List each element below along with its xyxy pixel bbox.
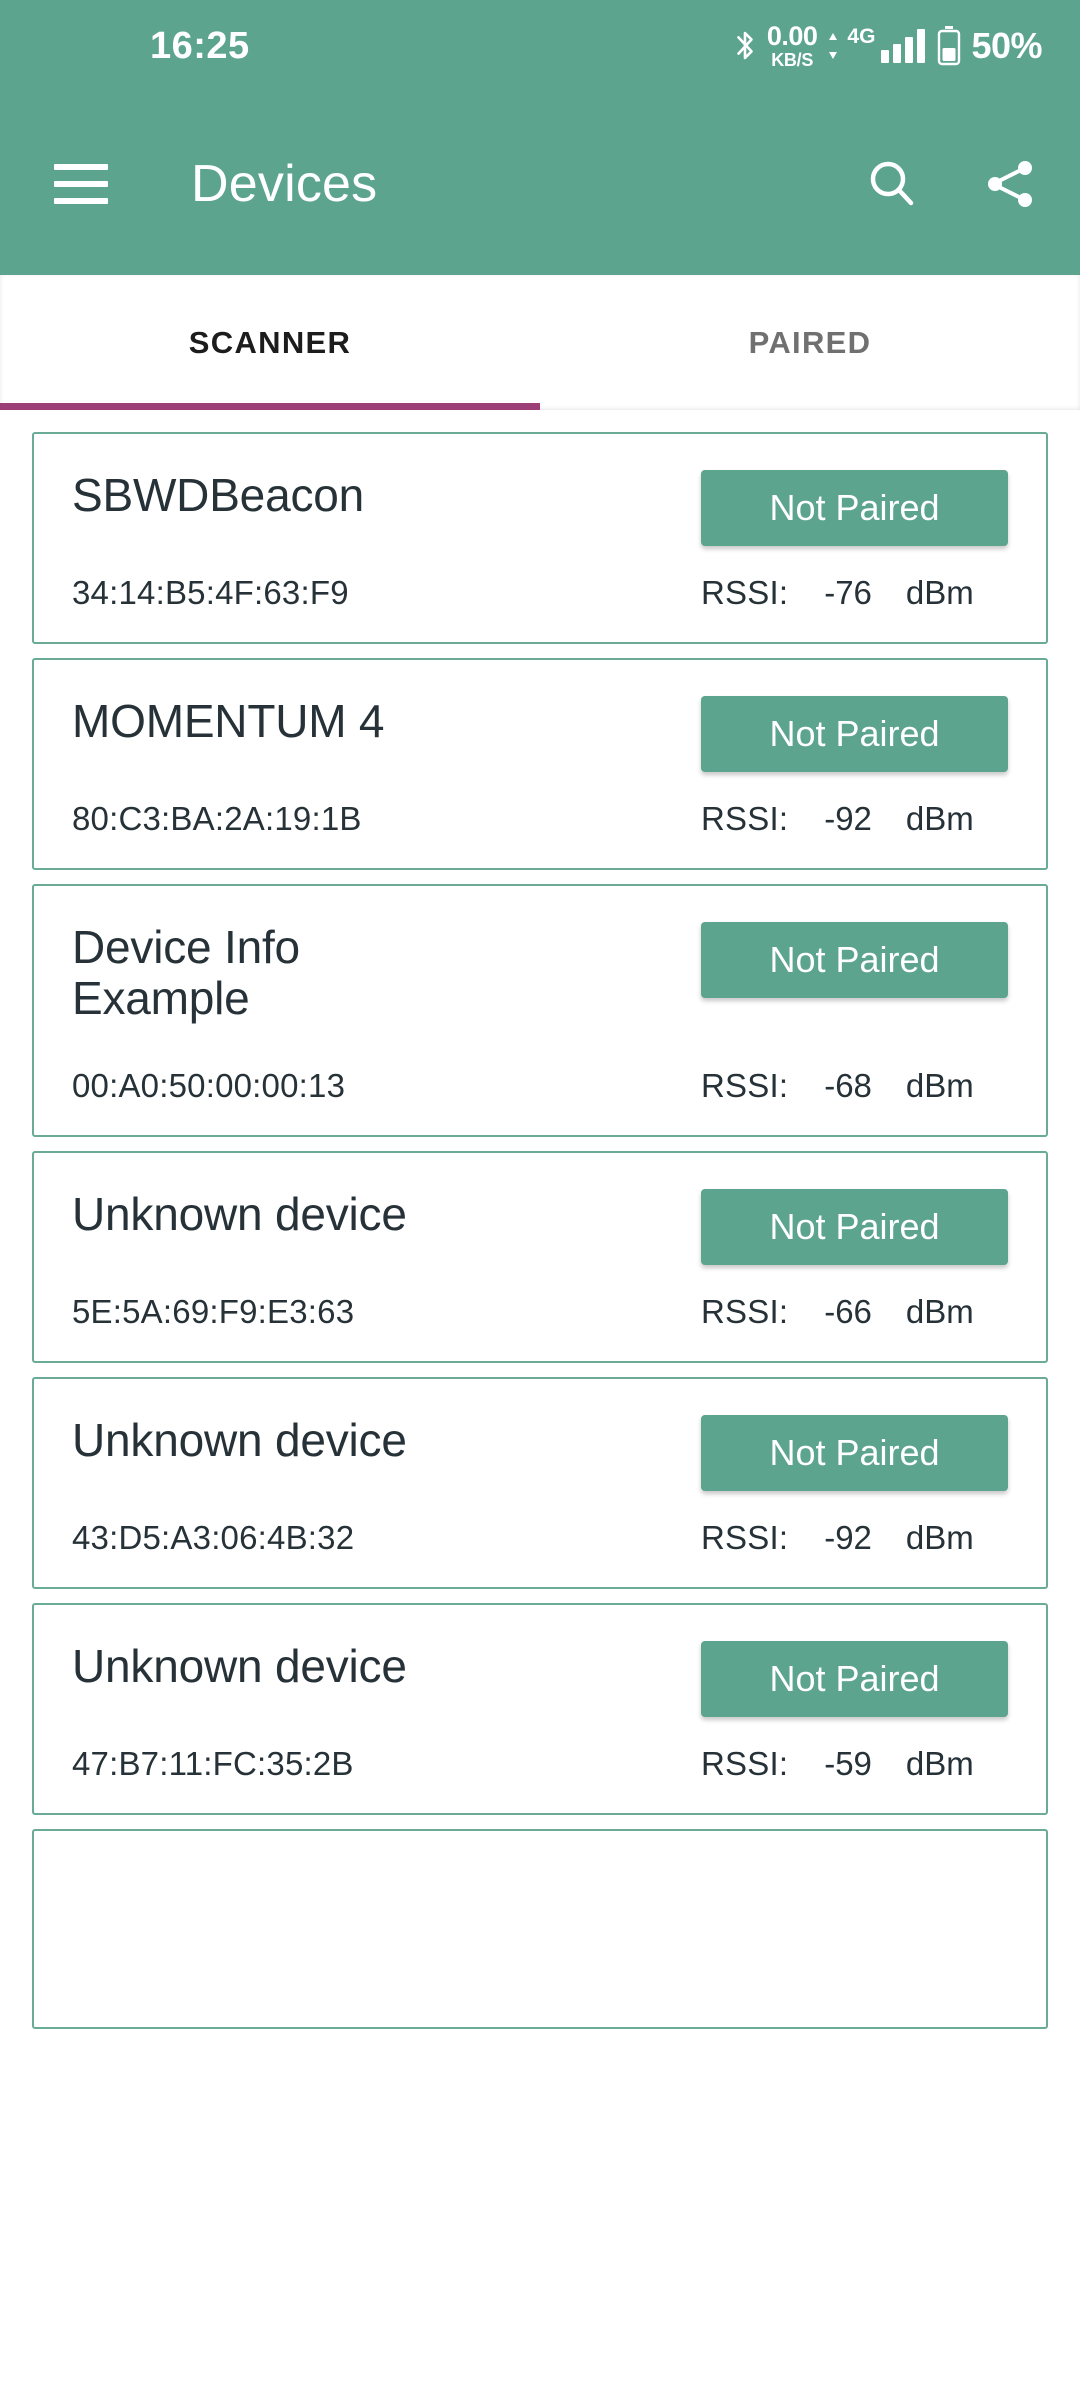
device-name: Unknown device	[72, 1640, 407, 1692]
rssi-label: RSSI:	[701, 1067, 789, 1104]
rssi-label: RSSI:	[701, 574, 789, 611]
device-card[interactable]: Device Info Example Not Paired 00:A0:50:…	[32, 884, 1048, 1137]
device-mac-address: 5E:5A:69:F9:E3:63	[72, 1293, 355, 1330]
device-rssi: RSSI: -76 dBm	[701, 574, 1008, 612]
device-name: Device Info Example	[72, 921, 300, 1024]
rssi-label: RSSI:	[701, 1745, 789, 1782]
pair-status-button[interactable]: Not Paired	[701, 1415, 1008, 1491]
device-card[interactable]: SBWDBeacon Not Paired 34:14:B5:4F:63:F9 …	[32, 432, 1048, 644]
device-name: MOMENTUM 4	[72, 695, 385, 747]
network-speed-unit: KB/S	[771, 50, 814, 70]
app-bar: Devices	[0, 92, 1080, 275]
status-bar: 16:25 0.00 KB/S 4G 50%	[0, 0, 1080, 92]
pair-status-button[interactable]: Not Paired	[701, 1641, 1008, 1717]
rssi-value: -92	[824, 800, 872, 837]
device-name: SBWDBeacon	[72, 469, 365, 521]
search-icon[interactable]	[864, 156, 920, 212]
pair-status-button[interactable]: Not Paired	[701, 1189, 1008, 1265]
rssi-unit: dBm	[905, 1519, 974, 1556]
app-bar-actions	[864, 156, 1038, 212]
battery-icon	[938, 26, 961, 66]
device-card-footer: 43:D5:A3:06:4B:32 RSSI: -92 dBm	[72, 1519, 1008, 1557]
device-name: Unknown device	[72, 1188, 407, 1240]
device-rssi: RSSI: -59 dBm	[701, 1745, 1008, 1783]
hamburger-menu-icon[interactable]	[54, 163, 108, 204]
tab-indicator	[0, 403, 540, 410]
device-name: Unknown device	[72, 1414, 407, 1466]
device-card[interactable]: MOMENTUM 4 Not Paired 80:C3:BA:2A:19:1B …	[32, 658, 1048, 870]
device-card-footer: 34:14:B5:4F:63:F9 RSSI: -76 dBm	[72, 574, 1008, 612]
page-title: Devices	[191, 154, 378, 213]
pair-status-button[interactable]: Not Paired	[701, 922, 1008, 998]
device-mac-address: 47:B7:11:FC:35:2B	[72, 1745, 354, 1782]
rssi-label: RSSI:	[701, 1293, 789, 1330]
device-card-header: Unknown device Not Paired	[72, 1189, 1008, 1265]
device-mac-address: 43:D5:A3:06:4B:32	[72, 1519, 355, 1556]
network-speed: 0.00 KB/S	[766, 21, 818, 70]
rssi-unit: dBm	[905, 800, 974, 837]
device-card-header: SBWDBeacon Not Paired	[72, 470, 1008, 546]
share-icon[interactable]	[982, 156, 1038, 212]
device-rssi: RSSI: -92 dBm	[701, 1519, 1008, 1557]
device-rssi: RSSI: -92 dBm	[701, 800, 1008, 838]
device-card-header: Unknown device Not Paired	[72, 1641, 1008, 1717]
device-card-footer: 5E:5A:69:F9:E3:63 RSSI: -66 dBm	[72, 1293, 1008, 1331]
device-card-footer: 00:A0:50:00:00:13 RSSI: -68 dBm	[72, 1067, 1008, 1105]
battery-percent-label: 50%	[971, 25, 1042, 66]
device-card-header: Device Info Example Not Paired	[72, 922, 1008, 1023]
device-card[interactable]: Unknown device Not Paired 47:B7:11:FC:35…	[32, 1603, 1048, 1815]
bluetooth-icon	[737, 31, 753, 60]
rssi-unit: dBm	[905, 1293, 974, 1330]
device-rssi: RSSI: -66 dBm	[701, 1293, 1008, 1331]
device-mac-address: 00:A0:50:00:00:13	[72, 1067, 346, 1104]
rssi-unit: dBm	[905, 1745, 974, 1782]
rssi-label: RSSI:	[701, 800, 789, 837]
rssi-value: -76	[824, 574, 872, 611]
up-down-arrows-icon	[829, 33, 838, 59]
status-bar-clock: 16:25	[150, 24, 250, 67]
device-card-partial[interactable]	[32, 1829, 1048, 2029]
tab-paired[interactable]: PAIRED	[540, 275, 1080, 410]
pair-status-button[interactable]: Not Paired	[701, 696, 1008, 772]
rssi-value: -59	[824, 1745, 872, 1782]
network-type-label: 4G	[847, 25, 876, 48]
rssi-value: -92	[824, 1519, 872, 1556]
device-rssi: RSSI: -68 dBm	[701, 1067, 1008, 1105]
device-card[interactable]: Unknown device Not Paired 5E:5A:69:F9:E3…	[32, 1151, 1048, 1363]
device-mac-address: 80:C3:BA:2A:19:1B	[72, 800, 362, 837]
signal-bars-icon	[881, 29, 926, 63]
device-card-header: Unknown device Not Paired	[72, 1415, 1008, 1491]
rssi-value: -68	[824, 1067, 872, 1104]
pair-status-button[interactable]: Not Paired	[701, 470, 1008, 546]
network-speed-value: 0.00	[766, 21, 818, 51]
device-card[interactable]: Unknown device Not Paired 43:D5:A3:06:4B…	[32, 1377, 1048, 1589]
rssi-unit: dBm	[905, 1067, 974, 1104]
device-mac-address: 34:14:B5:4F:63:F9	[72, 574, 349, 611]
device-card-header: MOMENTUM 4 Not Paired	[72, 696, 1008, 772]
rssi-value: -66	[824, 1293, 872, 1330]
rssi-label: RSSI:	[701, 1519, 789, 1556]
device-card-footer: 80:C3:BA:2A:19:1B RSSI: -92 dBm	[72, 800, 1008, 838]
tab-scanner[interactable]: SCANNER	[0, 275, 540, 410]
rssi-unit: dBm	[905, 574, 974, 611]
status-bar-icons: 0.00 KB/S 4G 50%	[732, 23, 1042, 69]
device-list: SBWDBeacon Not Paired 34:14:B5:4F:63:F9 …	[0, 410, 1080, 2029]
tab-bar: SCANNER PAIRED	[0, 275, 1080, 410]
device-card-footer: 47:B7:11:FC:35:2B RSSI: -59 dBm	[72, 1745, 1008, 1783]
